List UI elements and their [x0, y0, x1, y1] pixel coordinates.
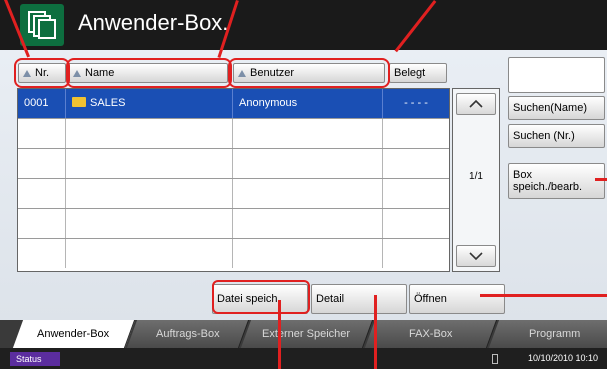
column-used-button[interactable]: Belegt	[389, 63, 447, 83]
tab-externer-speicher[interactable]: Externer Speicher	[240, 320, 374, 348]
search-name-label: Suchen(Name)	[513, 102, 587, 114]
scroll-down-button[interactable]	[456, 245, 496, 267]
callout-line	[480, 294, 607, 297]
scroll-up-button[interactable]	[456, 93, 496, 115]
row-user: Anonymous	[233, 89, 383, 118]
box-edit-label-1: Box	[513, 169, 532, 181]
folder-icon	[72, 97, 86, 108]
column-used-label: Belegt	[394, 67, 426, 79]
callout-highlight-name	[66, 58, 232, 88]
table-row[interactable]	[18, 179, 449, 209]
chevron-up-icon	[469, 99, 483, 108]
datetime-display: 10/10/2010 10:10	[528, 353, 599, 363]
tab-anwender-box[interactable]: Anwender-Box	[12, 320, 136, 348]
tab-programm[interactable]: Programm	[488, 320, 607, 348]
memory-indicator-icon	[492, 354, 498, 364]
callout-line	[595, 178, 607, 181]
table-row[interactable]	[18, 239, 449, 269]
callout-line	[278, 300, 281, 369]
tab-bar: Anwender-Box Auftrags-Box Externer Speic…	[0, 320, 607, 348]
status-bar: Status 10/10/2010 10:10	[0, 348, 607, 369]
document-box-icon	[20, 4, 64, 46]
box-list: 0001 SALES Anonymous - - - -	[17, 88, 450, 272]
status-button[interactable]: Status	[10, 352, 60, 366]
tab-auftrags-box[interactable]: Auftrags-Box	[126, 320, 250, 348]
detail-label: Detail	[316, 293, 345, 305]
box-save-edit-button[interactable]: Box speich./bearb.	[508, 163, 605, 199]
table-row[interactable]	[18, 119, 449, 149]
row-used: - - - -	[404, 97, 428, 109]
page-indicator: 1/1	[469, 171, 483, 182]
scroll-panel: 1/1	[452, 88, 500, 272]
chevron-down-icon	[469, 252, 483, 261]
row-nr: 0001	[18, 89, 66, 118]
tab-fax-box[interactable]: FAX-Box	[364, 320, 498, 348]
table-row[interactable]	[18, 209, 449, 239]
table-row[interactable]: 0001 SALES Anonymous - - - -	[18, 89, 449, 119]
box-edit-label-2: speich./bearb.	[513, 181, 583, 193]
callout-highlight-save	[212, 280, 310, 314]
search-name-button[interactable]: Suchen(Name)	[508, 96, 605, 120]
search-nr-label: Suchen (Nr.)	[513, 130, 575, 142]
header-bar: Anwender-Box.	[0, 0, 607, 50]
page-title: Anwender-Box.	[78, 10, 229, 35]
row-name-text: SALES	[90, 97, 126, 109]
callout-line	[374, 295, 377, 369]
search-input[interactable]	[508, 57, 605, 93]
row-name: SALES	[66, 89, 233, 118]
callout-highlight-nr	[14, 58, 70, 88]
table-row[interactable]	[18, 149, 449, 179]
callout-highlight-user	[228, 58, 390, 88]
open-label: Öffnen	[414, 293, 447, 305]
open-button[interactable]: Öffnen	[409, 284, 505, 314]
search-nr-button[interactable]: Suchen (Nr.)	[508, 124, 605, 148]
detail-button[interactable]: Detail	[311, 284, 407, 314]
